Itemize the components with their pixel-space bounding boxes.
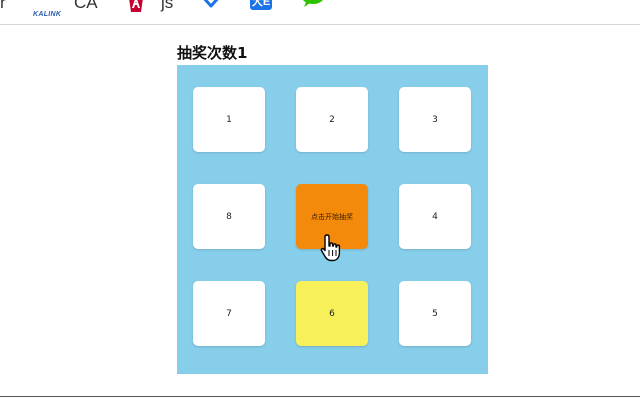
bookmark-ca-label: CA [74,0,98,12]
bookmark-js-label: js [161,0,174,12]
page-title-label: 抽奖次数 [177,44,238,62]
draw-count: 1 [237,44,248,62]
bookmark-partial[interactable]: r [0,0,6,11]
blue-app-icon-label: 大E [251,0,271,8]
prize-cell-2: 2 [296,87,368,152]
hand-pointer-icon [320,234,341,262]
wechat-icon[interactable] [300,0,326,8]
bookmark-bar: r KALINK CA js 大E [0,0,640,25]
page: r KALINK CA js 大E 抽奖次数1 1 2 3 8 点击开始抽奖 4… [0,0,640,400]
bookmark-ca[interactable]: CA [74,0,98,11]
prize-cell-8: 8 [193,184,265,249]
prize-cell-7: 7 [193,281,265,346]
prize-cell-6-active: 6 [296,281,368,346]
bookmark-kalink[interactable]: KALINK [33,0,61,18]
bookmark-js[interactable]: js [161,0,173,11]
lottery-board: 1 2 3 8 点击开始抽奖 4 7 6 5 [177,65,488,374]
bookmark-partial-label: r [0,0,6,12]
page-title: 抽奖次数1 [177,42,247,63]
bookmark-blue-app[interactable]: 大E [250,0,272,10]
prize-cell-1: 1 [193,87,265,152]
prize-cell-3: 3 [399,87,471,152]
kalink-logo-text: KALINK [33,11,62,18]
chevron-down-icon[interactable] [200,0,222,10]
prize-cell-5: 5 [399,281,471,346]
angular-icon[interactable] [128,0,144,12]
prize-cell-4: 4 [399,184,471,249]
blue-app-icon: 大E [250,0,272,10]
bottom-divider [0,396,640,400]
